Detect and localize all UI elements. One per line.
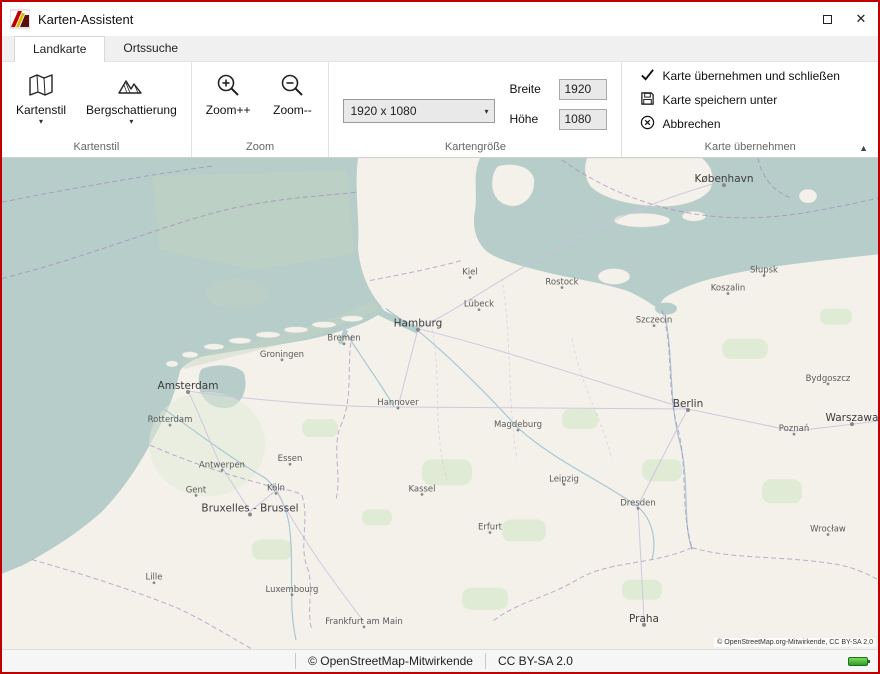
save-as-button[interactable]: Karte speichern unter [632, 88, 785, 112]
city-label: Hamburg [394, 318, 443, 330]
karten-assistent-window: Karten-Assistent ✕ Landkarte Ortssuche [0, 0, 880, 674]
statusbar: © OpenStreetMap-Mitwirkende CC BY-SA 2.0 [2, 649, 878, 672]
status-license: CC BY-SA 2.0 [485, 653, 585, 669]
hillshading-icon [117, 70, 145, 100]
close-button[interactable]: ✕ [844, 2, 878, 36]
battery-indicator-icon [848, 657, 868, 666]
city-label: Antwerpen [199, 460, 245, 470]
city-label: Bydgoszcz [806, 374, 851, 384]
city-label: Bremen [327, 334, 360, 344]
breite-label: Breite [509, 82, 551, 96]
city-label: Praha [629, 613, 659, 625]
cancel-icon [640, 115, 655, 133]
city-label: Dresden [620, 498, 655, 508]
city-label: Berlin [673, 398, 703, 410]
apply-and-close-label: Karte übernehmen und schließen [662, 69, 839, 83]
group-caption-zoom: Zoom [196, 140, 325, 157]
ribbon-group-kartengroesse: 1920 x 1080 ▾ Breite Höhe Kartengröße [328, 62, 621, 157]
size-preset-value: 1920 x 1080 [350, 104, 484, 118]
city-label: Magdeburg [494, 420, 542, 430]
city-label: Gent [186, 485, 207, 495]
city-label: Luxembourg [266, 585, 319, 595]
zoom-in-icon [215, 70, 241, 100]
chevron-down-icon: ▾ [129, 117, 133, 126]
breite-input[interactable] [559, 79, 607, 100]
cancel-label: Abbrechen [662, 117, 720, 131]
window-controls: ✕ [810, 2, 878, 36]
city-label: Frankfurt am Main [325, 617, 403, 627]
ribbon-group-zoom: Zoom++ Zoom-- Zoom [191, 62, 329, 157]
city-label: Słupsk [750, 265, 778, 275]
cancel-button[interactable]: Abbrechen [632, 112, 728, 136]
city-label: Warszawa [826, 412, 878, 424]
map-image: København Rostock Lübeck Kiel Hamburg Bremen G… [2, 158, 878, 649]
titlebar: Karten-Assistent ✕ [2, 2, 878, 36]
chevron-down-icon: ▾ [39, 117, 43, 126]
map-style-icon [28, 70, 54, 100]
chevron-down-icon: ▾ [484, 107, 488, 116]
city-label: Koszalin [711, 284, 745, 294]
city-label: Szczecin [636, 316, 673, 326]
bergschattierung-button[interactable]: Bergschattierung ▾ [76, 66, 187, 126]
city-label: København [694, 173, 753, 185]
tab-landkarte[interactable]: Landkarte [14, 36, 105, 62]
collapse-ribbon-button[interactable]: ▲ [859, 143, 868, 153]
close-icon: ✕ [856, 11, 867, 27]
city-label: Leipzig [549, 474, 579, 484]
zoom-in-label: Zoom++ [206, 103, 251, 117]
group-caption-kartengroesse: Kartengröße [333, 140, 617, 157]
city-label: Amsterdam [158, 380, 219, 392]
city-label: Wrocław [810, 525, 846, 535]
maximize-button[interactable] [810, 2, 844, 36]
city-label: Köln [267, 483, 285, 493]
hoehe-input[interactable] [559, 109, 607, 130]
group-caption-uebernehmen: Karte übernehmen [626, 140, 874, 157]
window-title: Karten-Assistent [38, 12, 810, 27]
map-attribution: © OpenStreetMap.org-Mitwirkende, CC BY-S… [714, 638, 876, 647]
check-icon [640, 67, 655, 85]
zoom-out-button[interactable]: Zoom-- [260, 66, 324, 117]
save-icon [640, 91, 655, 109]
save-as-label: Karte speichern unter [662, 93, 777, 107]
city-label: Poznań [779, 424, 809, 434]
ribbon-group-uebernehmen: Karte übernehmen und schließen Karte spe… [621, 62, 878, 157]
city-label: Rotterdam [148, 415, 193, 425]
city-label: Kassel [408, 484, 435, 494]
ribbon-group-kartenstil: Kartenstil ▾ Bergschattierung ▾ [2, 62, 191, 157]
map-canvas[interactable]: København Rostock Lübeck Kiel Hamburg Bremen G… [2, 158, 878, 649]
ribbon: Kartenstil ▾ Bergschattierung ▾ [2, 62, 878, 158]
zoom-out-label: Zoom-- [273, 103, 312, 117]
city-label: Rostock [545, 278, 578, 288]
zoom-out-icon [279, 70, 305, 100]
tabbar: Landkarte Ortssuche [2, 36, 878, 62]
status-attribution: © OpenStreetMap-Mitwirkende [295, 653, 485, 669]
group-caption-kartenstil: Kartenstil [6, 140, 187, 157]
city-label: Kiel [462, 267, 477, 277]
kartenstil-label: Kartenstil [16, 103, 66, 117]
city-label: Erfurt [478, 522, 503, 532]
city-label: Groningen [260, 350, 304, 360]
kartenstil-button[interactable]: Kartenstil ▾ [6, 66, 76, 126]
city-label: Lübeck [464, 300, 494, 310]
app-icon [10, 9, 30, 29]
maximize-icon [823, 15, 832, 24]
tab-ortssuche[interactable]: Ortssuche [105, 36, 196, 61]
apply-and-close-button[interactable]: Karte übernehmen und schließen [632, 64, 847, 88]
city-label: Bruxelles - Brussel [201, 502, 298, 514]
city-label: Hannover [377, 398, 419, 408]
zoom-in-button[interactable]: Zoom++ [196, 66, 261, 117]
city-label: Essen [278, 454, 303, 464]
hoehe-label: Höhe [509, 112, 551, 126]
size-preset-select[interactable]: 1920 x 1080 ▾ [343, 99, 495, 123]
bergschattierung-label: Bergschattierung [86, 103, 177, 117]
city-label: Lille [145, 573, 162, 583]
